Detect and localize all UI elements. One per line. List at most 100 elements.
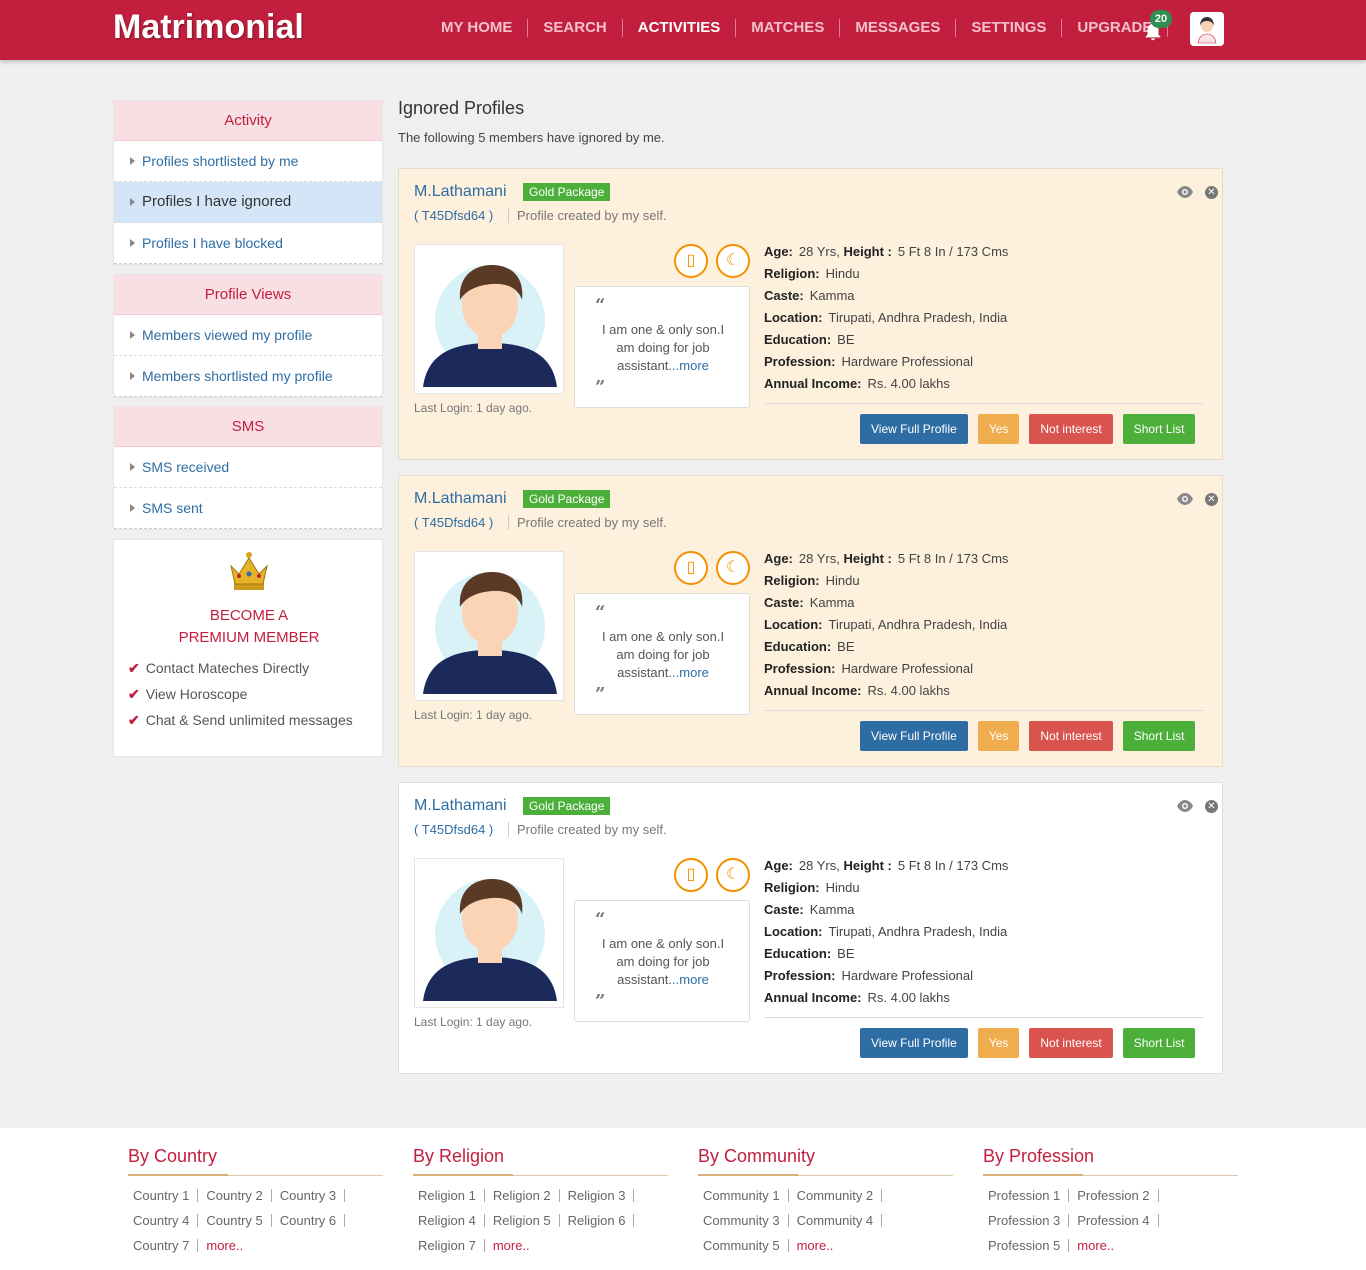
- close-icon[interactable]: ✕: [1205, 186, 1218, 199]
- short-list-button[interactable]: Short List: [1122, 721, 1196, 751]
- detail-value: 5 Ft 8 In / 173 Cms: [897, 858, 1009, 873]
- not-interest-button[interactable]: Not interest: [1029, 414, 1113, 444]
- footer-link[interactable]: Country 4: [133, 1214, 199, 1227]
- nav-matches[interactable]: MATCHES: [736, 19, 841, 37]
- footer-link[interactable]: Religion 6: [568, 1214, 635, 1227]
- footer-link[interactable]: Religion 7: [418, 1239, 485, 1252]
- nav-search[interactable]: SEARCH: [528, 19, 623, 37]
- user-avatar-icon[interactable]: [1190, 12, 1224, 46]
- nav-settings[interactable]: SETTINGS: [956, 19, 1063, 37]
- footer-link[interactable]: Country 7: [133, 1239, 199, 1252]
- footer-link[interactable]: Community 5: [703, 1239, 789, 1252]
- read-more-link[interactable]: ...more: [668, 972, 708, 987]
- sidebar-item-ignored[interactable]: Profiles I have ignored: [114, 182, 382, 223]
- detail-income: Annual Income: Rs. 4.00 lakhs: [764, 987, 1204, 1009]
- eye-icon[interactable]: [1176, 799, 1194, 813]
- yes-button[interactable]: Yes: [977, 1028, 1020, 1058]
- profile-name[interactable]: M.Lathamani: [414, 490, 507, 508]
- short-list-button[interactable]: Short List: [1122, 1028, 1196, 1058]
- footer-link[interactable]: Community 2: [797, 1189, 883, 1202]
- footer-link[interactable]: Country 3: [280, 1189, 346, 1202]
- yes-button[interactable]: Yes: [977, 721, 1020, 751]
- view-full-profile-button[interactable]: View Full Profile: [860, 721, 968, 751]
- detail-caste: Caste: Kamma: [764, 592, 1204, 614]
- footer-link[interactable]: Country 2: [206, 1189, 272, 1202]
- profile-id[interactable]: ( T45Dfsd64 ): [414, 515, 493, 530]
- profile-photo[interactable]: [414, 858, 564, 1008]
- footer-link[interactable]: Profession 2: [1077, 1189, 1159, 1202]
- profile-name[interactable]: M.Lathamani: [414, 183, 507, 201]
- sidebar-item-shortlisted-my-profile[interactable]: Members shortlisted my profile: [114, 356, 382, 397]
- detail-caste: Caste: Kamma: [764, 899, 1204, 921]
- eye-icon[interactable]: [1176, 185, 1194, 199]
- profile-id[interactable]: ( T45Dfsd64 ): [414, 208, 493, 223]
- about-text: I am one & only son.I am doing for job a…: [593, 935, 733, 989]
- footer-link[interactable]: Religion 3: [568, 1189, 635, 1202]
- footer-link[interactable]: Country 5: [206, 1214, 272, 1227]
- sidebar-item-shortlisted-by-me[interactable]: Profiles shortlisted by me: [114, 141, 382, 182]
- profile-name[interactable]: M.Lathamani: [414, 797, 507, 815]
- profile-id[interactable]: ( T45Dfsd64 ): [414, 822, 493, 837]
- mobile-icon[interactable]: ▯: [674, 858, 708, 892]
- footer-link[interactable]: Country 1: [133, 1189, 199, 1202]
- footer-more-link[interactable]: more..: [1077, 1239, 1122, 1252]
- detail-profession: Profession: Hardware Professional: [764, 965, 1204, 987]
- horoscope-icon[interactable]: ☾: [716, 858, 750, 892]
- profile-photo[interactable]: [414, 551, 564, 701]
- read-more-link[interactable]: ...more: [668, 665, 708, 680]
- detail-education: Education: BE: [764, 636, 1204, 658]
- footer-more-link[interactable]: more..: [493, 1239, 538, 1252]
- footer-link[interactable]: Religion 4: [418, 1214, 485, 1227]
- view-full-profile-button[interactable]: View Full Profile: [860, 414, 968, 444]
- not-interest-button[interactable]: Not interest: [1029, 721, 1113, 751]
- read-more-link[interactable]: ...more: [668, 358, 708, 373]
- footer-link[interactable]: Profession 1: [988, 1189, 1070, 1202]
- sidebar-item-viewed-my-profile[interactable]: Members viewed my profile: [114, 315, 382, 356]
- detail-age-height: Age: 28 Yrs, Height : 5 Ft 8 In / 173 Cms: [764, 241, 1204, 263]
- footer-more-link[interactable]: more..: [206, 1239, 251, 1252]
- not-interest-button[interactable]: Not interest: [1029, 1028, 1113, 1058]
- footer-more-link[interactable]: more..: [797, 1239, 842, 1252]
- footer-link[interactable]: Country 6: [280, 1214, 346, 1227]
- view-full-profile-button[interactable]: View Full Profile: [860, 1028, 968, 1058]
- nav-my-home[interactable]: MY HOME: [426, 19, 529, 37]
- eye-icon[interactable]: [1176, 492, 1194, 506]
- site-logo[interactable]: Matrimonial: [113, 8, 304, 47]
- detail-education: Education: BE: [764, 329, 1204, 351]
- footer-column-title: By Community: [698, 1146, 953, 1176]
- close-icon[interactable]: ✕: [1205, 800, 1218, 813]
- about-quote-box: “ I am one & only son.I am doing for job…: [574, 286, 750, 408]
- footer-link-row: Country 4 Country 5 Country 6: [133, 1211, 383, 1236]
- close-icon[interactable]: ✕: [1205, 493, 1218, 506]
- notification-badge: 20: [1150, 10, 1172, 28]
- footer-link[interactable]: Profession 5: [988, 1239, 1070, 1252]
- footer-link[interactable]: Profession 4: [1077, 1214, 1159, 1227]
- profile-photo[interactable]: [414, 244, 564, 394]
- short-list-button[interactable]: Short List: [1122, 414, 1196, 444]
- yes-button[interactable]: Yes: [977, 414, 1020, 444]
- horoscope-icon[interactable]: ☾: [716, 244, 750, 278]
- nav-activities[interactable]: ACTIVITIES: [623, 19, 737, 37]
- detail-label: Height :: [843, 858, 892, 873]
- sidebar-item-sms-sent[interactable]: SMS sent: [114, 488, 382, 529]
- footer-link[interactable]: Religion 1: [418, 1189, 485, 1202]
- footer-link[interactable]: Profession 3: [988, 1214, 1070, 1227]
- detail-value: BE: [837, 946, 855, 961]
- footer-link-row: Profession 5 more..: [988, 1236, 1238, 1261]
- footer-link[interactable]: Community 1: [703, 1189, 789, 1202]
- detail-label: Education:: [764, 332, 832, 347]
- mobile-icon[interactable]: ▯: [674, 551, 708, 585]
- profile-card: M.Lathamani Gold Package ( T45Dfsd64 ) P…: [398, 168, 1223, 460]
- detail-religion: Religion: Hindu: [764, 263, 1204, 285]
- footer-link[interactable]: Community 3: [703, 1214, 789, 1227]
- nav-messages[interactable]: MESSAGES: [840, 19, 957, 37]
- horoscope-icon[interactable]: ☾: [716, 551, 750, 585]
- footer-link[interactable]: Religion 5: [493, 1214, 560, 1227]
- sidebar-item-blocked[interactable]: Profiles I have blocked: [114, 223, 382, 264]
- detail-religion: Religion: Hindu: [764, 877, 1204, 899]
- mobile-icon[interactable]: ▯: [674, 244, 708, 278]
- sidebar-item-sms-received[interactable]: SMS received: [114, 447, 382, 488]
- premium-benefits: ✔ Contact Mateches Directly ✔ View Horosco…: [128, 658, 353, 736]
- footer-link[interactable]: Religion 2: [493, 1189, 560, 1202]
- footer-link[interactable]: Community 4: [797, 1214, 883, 1227]
